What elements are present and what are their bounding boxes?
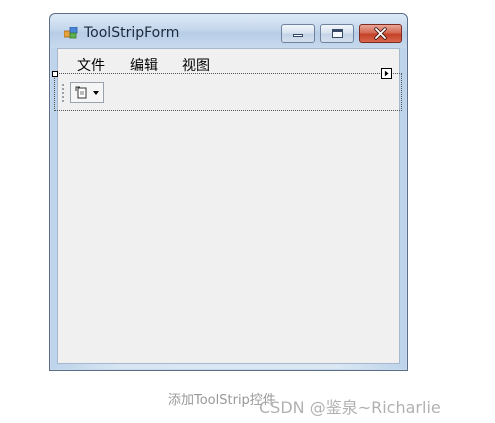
title-bar[interactable]: ToolStripForm xyxy=(50,14,407,48)
menu-item-file[interactable]: 文件 xyxy=(77,55,105,75)
page: ToolStripForm 文件 编辑 视图 添加ToolStrip控件 CSD… xyxy=(0,0,495,423)
form-window: ToolStripForm 文件 编辑 视图 xyxy=(49,13,408,371)
smart-tag-arrow-icon[interactable] xyxy=(381,68,392,79)
menu-item-edit[interactable]: 编辑 xyxy=(130,55,158,75)
add-item-dropdown-button[interactable] xyxy=(70,82,104,103)
minimize-button[interactable] xyxy=(281,24,315,43)
close-icon xyxy=(374,27,387,40)
maximize-icon xyxy=(332,29,343,38)
window-title: ToolStripForm xyxy=(84,25,180,41)
toolstrip-grip-icon[interactable] xyxy=(62,83,65,103)
windows-form-icon xyxy=(64,27,78,39)
watermark: CSDN @鉴泉~Richarlie xyxy=(259,398,441,417)
minimize-icon xyxy=(293,34,303,37)
add-item-icon xyxy=(75,86,87,99)
selection-handle[interactable] xyxy=(52,71,58,77)
maximize-button[interactable] xyxy=(320,24,354,43)
menu-item-view[interactable]: 视图 xyxy=(182,55,210,75)
close-button[interactable] xyxy=(359,24,402,43)
toolstrip xyxy=(55,80,401,106)
chevron-down-icon xyxy=(93,91,99,95)
menu-strip: 文件 编辑 视图 xyxy=(58,49,399,75)
